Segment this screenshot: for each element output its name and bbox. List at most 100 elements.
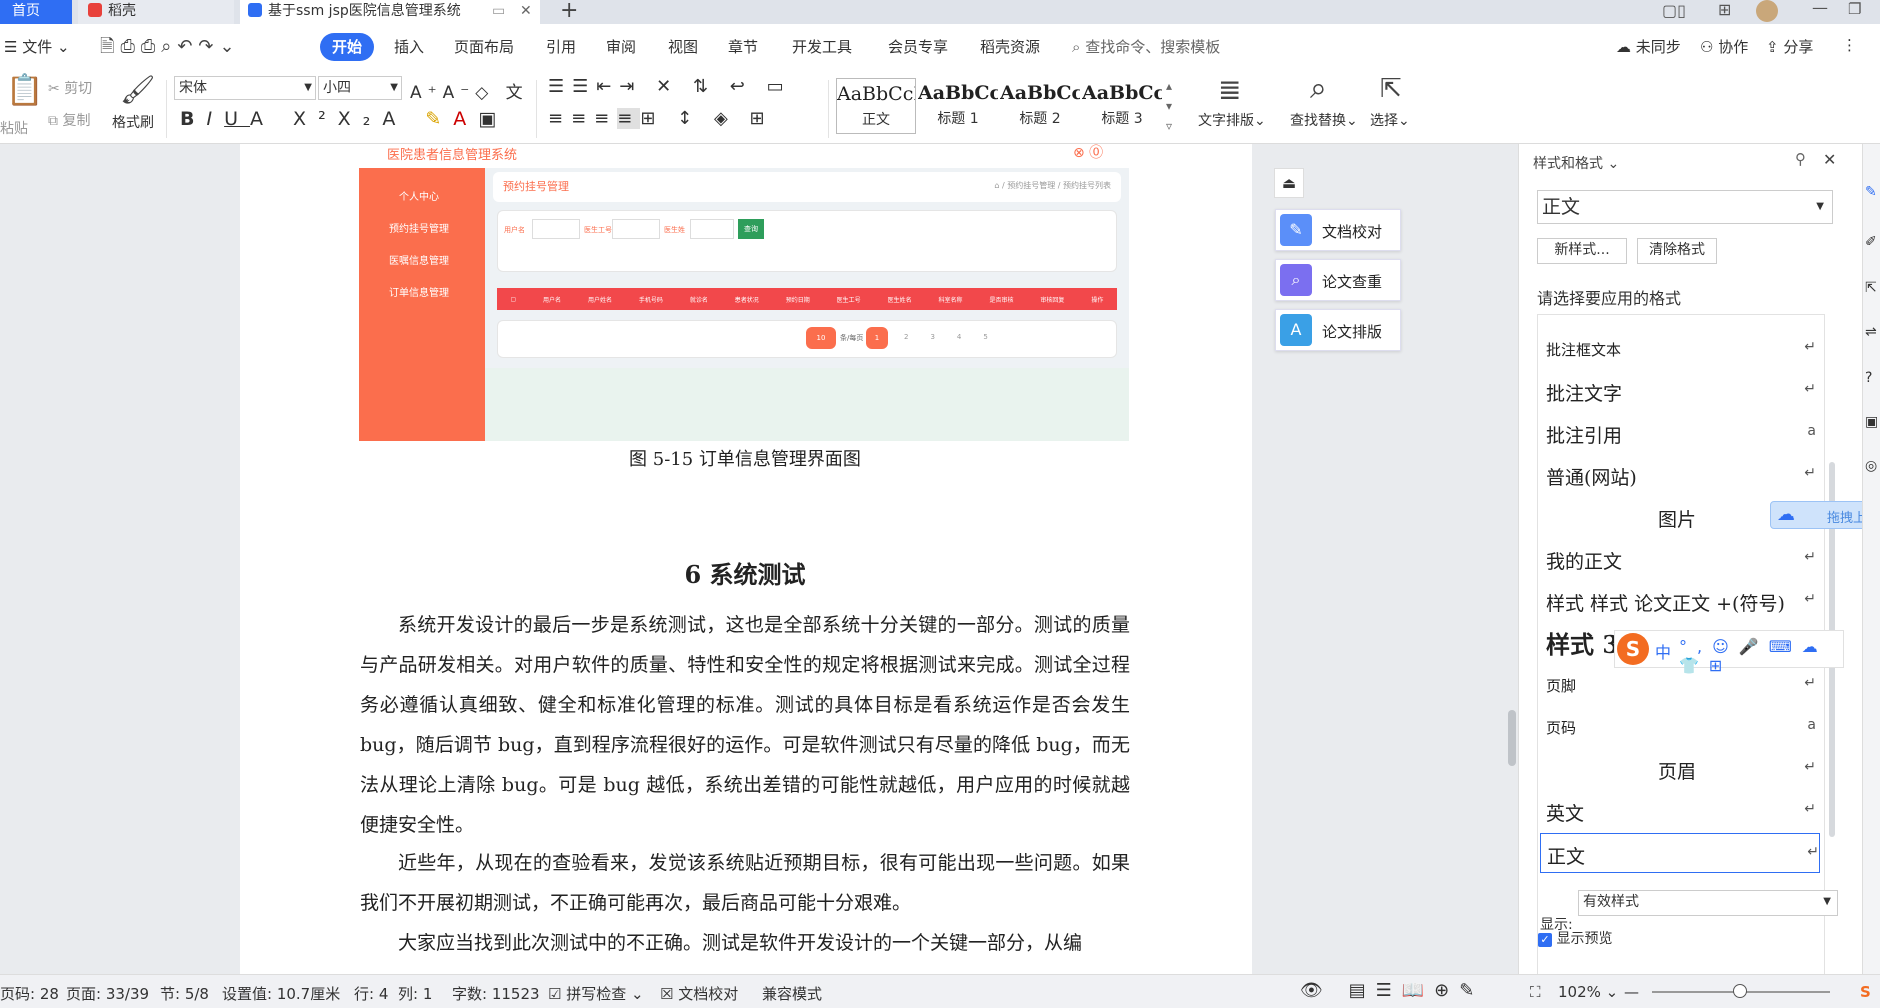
tab-daoke-resources[interactable]: 稻壳资源 <box>980 36 1040 57</box>
font-style-buttons[interactable]: BIUA X²X₂A ✎A▣ <box>180 108 508 130</box>
style-list-item[interactable]: 正文 ↵ <box>1540 833 1820 873</box>
tab-references[interactable]: 引用 <box>546 36 576 57</box>
clear-format-button[interactable]: 清除格式 <box>1637 238 1717 264</box>
style-heading3[interactable]: AaBbCc 标题 3 <box>1082 78 1162 134</box>
zoom-slider-thumb[interactable] <box>1733 984 1747 998</box>
styles-scroll[interactable]: ▴ ▾ ▿ <box>1166 76 1172 136</box>
status-pages[interactable]: 页码: 28 <box>0 983 59 1004</box>
status-row[interactable]: 行: 4 <box>354 983 388 1004</box>
close-tab-icon[interactable]: ✕ <box>520 0 532 22</box>
ime-tools[interactable]: °,☺🎤⌨☁👕⊞ <box>1679 637 1843 675</box>
tab-developer[interactable]: 开发工具 <box>792 36 852 57</box>
strip-icon[interactable]: ▣ <box>1865 414 1878 430</box>
tab-document[interactable]: 基于ssm jsp医院信息管理系统 ▭ ✕ <box>240 0 540 24</box>
tab-start[interactable]: 开始 <box>320 33 374 61</box>
collaborate-button[interactable]: ⚇ 协作 <box>1700 36 1748 57</box>
new-style-button[interactable]: 新样式... <box>1537 238 1627 264</box>
document-scrollbar[interactable] <box>1506 150 1518 970</box>
restore-icon[interactable]: ❐ <box>1848 0 1861 18</box>
status-col[interactable]: 列: 1 <box>398 983 432 1004</box>
strip-icon[interactable]: ✐ <box>1865 234 1877 250</box>
doc-check-button[interactable]: ✎ 文档校对 <box>1275 209 1401 251</box>
paste-icon[interactable]: 📋 <box>6 76 43 106</box>
sync-status[interactable]: ☁ 未同步 <box>1616 36 1681 57</box>
tab-daoke[interactable]: 稻壳 <box>78 0 234 24</box>
style-list-item[interactable]: 批注框文本 ↵ <box>1546 329 1816 369</box>
style-list-item[interactable]: 批注文字 ↵ <box>1546 371 1816 411</box>
fit-icon[interactable]: ⛶ <box>1530 983 1541 1001</box>
align-buttons[interactable]: ≡≡≡≡⊞ ↕ ◈ ⊞ <box>548 108 773 129</box>
more-icon[interactable]: ⋮ <box>1842 36 1857 54</box>
find-replace-button[interactable]: 查找替换⌄ <box>1290 110 1358 130</box>
status-words[interactable]: 字数: 11523 <box>452 983 540 1004</box>
sogou-tray-icon[interactable]: S <box>1860 983 1871 1001</box>
tab-review[interactable]: 审阅 <box>606 36 636 57</box>
style-list-item[interactable]: 普通(网站) ↵ <box>1546 455 1816 495</box>
command-search[interactable]: ⌕ 查找命令、搜索模板 <box>1072 36 1220 57</box>
status-setting[interactable]: 设置值: 10.7厘米 <box>222 983 340 1004</box>
style-list-item[interactable]: 样式 样式 论文正文 +(符号) ↵ <box>1546 581 1816 621</box>
scrollbar-thumb[interactable] <box>1508 710 1516 766</box>
tab-home[interactable]: 首页 <box>0 0 72 24</box>
style-heading1[interactable]: AaBbCcI 标题 1 <box>918 78 998 134</box>
current-style-select[interactable]: 正文 ▼ <box>1537 190 1833 224</box>
quick-access-icons[interactable]: 🗎⎙⎙⌕↶↷⌄ <box>100 34 241 64</box>
pin-panel-icon[interactable]: ⚲ <box>1795 150 1806 168</box>
plagiarism-check-button[interactable]: ⌕ 论文查重 <box>1275 259 1401 301</box>
menu-file[interactable]: ☰ 文件 ⌄ <box>4 36 70 57</box>
style-list-item[interactable]: 英文 ↵ <box>1546 791 1816 831</box>
strip-icon[interactable]: ◎ <box>1865 458 1877 474</box>
style-list-item[interactable]: 页码 a <box>1546 707 1816 747</box>
ime-toolbar[interactable]: S 中 °,☺🎤⌨☁👕⊞ <box>1614 630 1844 675</box>
zoom-slider[interactable] <box>1652 984 1830 998</box>
style-normal[interactable]: AaBbCcI 正文 <box>836 78 916 134</box>
font-size-select[interactable]: 小四 ▼ <box>318 76 402 100</box>
style-list-item[interactable]: 页眉 ↵ <box>1546 749 1816 789</box>
zoom-out-icon[interactable]: — <box>1624 983 1639 1001</box>
paste-button[interactable]: 粘贴 <box>0 118 28 138</box>
select-cursor-icon[interactable]: ⇱ <box>1380 76 1402 102</box>
close-panel-icon[interactable]: ✕ <box>1823 150 1836 169</box>
ime-lang[interactable]: 中 <box>1655 639 1671 663</box>
text-layout-icon[interactable]: ≣ <box>1218 76 1241 104</box>
view-mode-icons[interactable]: 👁 ▤☰📖⊕✎ <box>1300 980 1484 1001</box>
text-layout-button[interactable]: 文字排版⌄ <box>1198 110 1266 130</box>
tab-member[interactable]: 会员专享 <box>888 36 948 57</box>
find-replace-icon[interactable]: ⌕ <box>1310 74 1327 104</box>
style-list-item[interactable]: 批注引用 a <box>1546 413 1816 453</box>
select-button[interactable]: 选择⌄ <box>1370 110 1410 130</box>
checkbox-checked-icon[interactable]: ✓ <box>1538 933 1552 947</box>
paper-format-button[interactable]: A 论文排版 <box>1275 309 1401 351</box>
zoom-level[interactable]: 102% ⌄ <box>1558 983 1618 1001</box>
strip-icon[interactable]: ✎ <box>1865 184 1877 200</box>
font-size-controls[interactable]: A⁺A⁻◇ 文 <box>410 78 529 103</box>
tab-chapter[interactable]: 章节 <box>728 36 758 57</box>
style-list-item[interactable]: 我的正文 ↵ <box>1546 539 1816 579</box>
tab-insert[interactable]: 插入 <box>394 36 424 57</box>
tab-view[interactable]: 视图 <box>668 36 698 57</box>
collapse-icon[interactable]: ⏏ <box>1274 168 1304 198</box>
show-preview-option[interactable]: ✓ 显示预览 <box>1538 928 1612 948</box>
panel-title[interactable]: 样式和格式 ⌄ <box>1533 153 1619 173</box>
show-filter-select[interactable]: 有效样式 ▼ <box>1578 890 1838 916</box>
status-page[interactable]: 页面: 33/39 <box>66 983 149 1004</box>
style-heading2[interactable]: AaBbCcI 标题 2 <box>1000 78 1080 134</box>
tab-page-layout[interactable]: 页面布局 <box>454 36 514 57</box>
doc-proof-toggle[interactable]: ☒ 文档校对 <box>660 983 738 1004</box>
format-painter-icon[interactable]: 🖌 <box>120 76 156 104</box>
minimize-icon[interactable]: — <box>1812 0 1828 17</box>
apps-grid-icon[interactable]: ⊞ <box>1718 0 1731 19</box>
strip-icon[interactable]: ⇌ <box>1865 324 1877 340</box>
spell-check-toggle[interactable]: ☑ 拼写检查 ⌄ <box>548 983 644 1004</box>
copy-button[interactable]: ⧉ 复制 <box>48 110 90 130</box>
pin-icon[interactable]: ▭ <box>492 0 505 22</box>
sogou-icon[interactable]: S <box>1617 633 1649 665</box>
strip-icon[interactable]: ? <box>1865 370 1872 386</box>
new-tab-icon[interactable]: + <box>560 0 578 23</box>
user-avatar[interactable] <box>1756 0 1778 22</box>
format-painter-button[interactable]: 格式刷 <box>112 112 154 132</box>
strip-icon[interactable]: ⇱ <box>1865 280 1877 296</box>
list-buttons[interactable]: ☰☰⇤⇥ ✕ ⇅ ↩ ▭ <box>548 76 792 97</box>
share-button[interactable]: ⇪ 分享 <box>1766 36 1813 57</box>
layout-icon[interactable]: ▢▯ <box>1662 1 1686 20</box>
